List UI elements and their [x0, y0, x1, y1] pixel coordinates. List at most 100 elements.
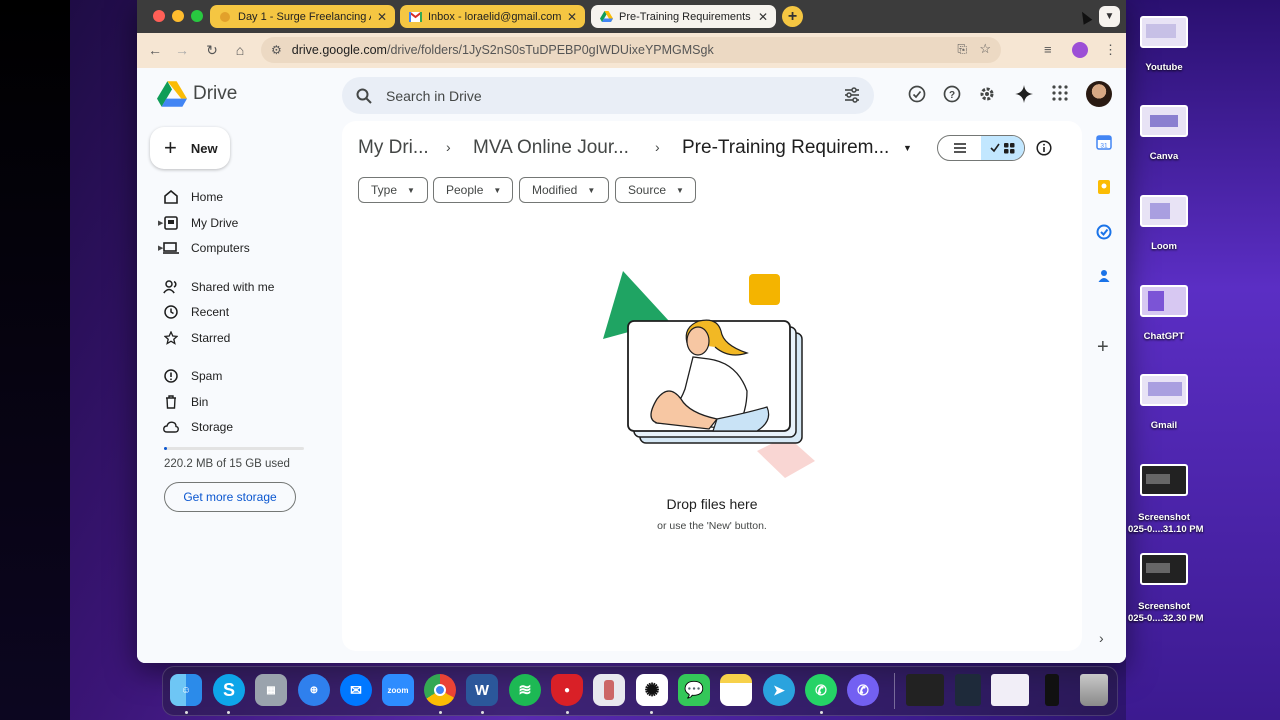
desktop-item-canva[interactable]: Canva [1138, 105, 1190, 162]
desktop-item-youtube[interactable]: Youtube [1138, 16, 1190, 73]
fullscreen-window-button[interactable] [191, 10, 203, 22]
chip-label: Type [371, 183, 398, 197]
main-content: My Dri... › MVA Online Jour... › Pre-Tra… [342, 121, 1082, 651]
vpn-shield-icon[interactable]: ● [551, 674, 583, 706]
address-bar[interactable]: ⚙ drive.google.com/drive/folders/1JyS2nS… [261, 37, 1001, 63]
media-controls-icon[interactable]: ≡ [1044, 42, 1052, 57]
sidebar-item-my-drive[interactable]: My Drive [163, 215, 238, 231]
reload-icon[interactable]: ↻ [203, 42, 221, 59]
word-icon[interactable]: W [466, 674, 498, 706]
tab-title: Day 1 - Surge Freelancing Ac [238, 10, 371, 23]
spotify-icon[interactable]: ≋ [509, 674, 541, 706]
tasks-icon[interactable] [1096, 224, 1112, 240]
site-settings-icon[interactable]: ⚙ [271, 43, 282, 57]
running-indicator [185, 711, 188, 714]
list-view-button[interactable] [938, 136, 981, 160]
chip-label: Source [628, 183, 667, 197]
back-arrow-icon[interactable]: ← [146, 42, 164, 58]
keep-icon[interactable] [1096, 179, 1112, 195]
viber-icon[interactable]: ✆ [847, 674, 879, 706]
storage-usage-text: 220.2 MB of 15 GB used [164, 458, 290, 470]
sidebar-item-spam[interactable]: Spam [163, 368, 222, 384]
get-addons-plus-icon[interactable]: + [1097, 336, 1109, 359]
tab-gmail-inbox[interactable]: Inbox - loraelid@gmail.com - ✕ [400, 5, 585, 28]
tab-close-icon[interactable]: ✕ [567, 10, 577, 24]
bookmark-star-icon[interactable]: ☆ [979, 41, 991, 57]
filter-type-chip[interactable]: Type ▼ [358, 177, 428, 203]
contacts-icon[interactable] [1096, 268, 1112, 284]
tab-pre-training[interactable]: Pre-Training Requirements - ( ✕ [591, 5, 776, 28]
offline-ready-icon[interactable] [908, 85, 926, 103]
close-window-button[interactable] [153, 10, 165, 22]
breadcrumb-folder[interactable]: MVA Online Jour... [473, 137, 629, 159]
safari-icon[interactable]: ⊕ [298, 674, 330, 706]
tab-close-icon[interactable]: ✕ [377, 10, 387, 24]
desktop-item-label: Screenshot 025-0....32.30 PM [1128, 601, 1204, 625]
minimize-window-button[interactable] [172, 10, 184, 22]
minimized-window-1[interactable] [906, 674, 944, 706]
folder-actions-caret-icon[interactable]: ▼ [903, 143, 912, 153]
finder-icon[interactable]: ☺ [170, 674, 202, 706]
sidebar-item-computers[interactable]: Computers [163, 240, 250, 256]
filter-source-chip[interactable]: Source ▼ [615, 177, 696, 203]
chrome-icon[interactable] [424, 674, 456, 706]
search-options-icon[interactable] [844, 87, 860, 103]
desktop-item-loom[interactable]: Loom [1138, 195, 1190, 252]
browser-menu-icon[interactable]: ⋮ [1104, 42, 1117, 58]
gemini-sparkle-icon[interactable] [1015, 85, 1033, 103]
tab-search-chevron-icon[interactable]: ▼ [1099, 6, 1120, 27]
filter-modified-chip[interactable]: Modified ▼ [519, 177, 609, 203]
grid-view-button[interactable] [981, 136, 1024, 160]
home-button-icon[interactable]: ⌂ [231, 42, 249, 58]
new-button[interactable]: + New [150, 127, 230, 169]
side-panel-expand-chevron-icon[interactable]: › [1099, 630, 1104, 646]
forward-arrow-icon[interactable]: → [173, 42, 191, 58]
tab-close-icon[interactable]: ✕ [758, 10, 768, 24]
get-more-storage-button[interactable]: Get more storage [164, 482, 296, 512]
sidebar-item-starred[interactable]: Starred [163, 330, 230, 346]
details-info-icon[interactable] [1036, 140, 1052, 156]
desktop-item-screenshot-2[interactable]: Screenshot 025-0....32.30 PM [1128, 553, 1204, 625]
account-avatar[interactable] [1086, 81, 1112, 107]
skype-icon[interactable]: S [213, 674, 245, 706]
launchpad-icon[interactable]: ▦ [255, 674, 287, 706]
sidebar-item-bin[interactable]: Bin [163, 394, 208, 410]
calendar-icon[interactable]: 31 [1096, 134, 1112, 150]
settings-gear-icon[interactable] [978, 85, 996, 103]
sidebar-item-recent[interactable]: Recent [163, 304, 229, 320]
install-app-icon[interactable]: ⎘ [957, 42, 967, 57]
whatsapp-icon[interactable]: ✆ [805, 674, 837, 706]
chatgpt-icon[interactable]: ✺ [636, 674, 668, 706]
sidebar-item-label: Storage [191, 420, 234, 434]
drive-logo[interactable]: Drive [157, 81, 237, 107]
minimized-window-3[interactable] [991, 674, 1029, 706]
sidebar-item-home[interactable]: Home [163, 189, 223, 205]
empty-state-title: Drop files here [666, 496, 758, 512]
search-input[interactable]: Search in Drive [342, 77, 874, 114]
tab-surge-freelancing[interactable]: Day 1 - Surge Freelancing Ac ✕ [210, 5, 395, 28]
desktop-item-chatgpt[interactable]: ChatGPT [1138, 285, 1190, 342]
search-placeholder: Search in Drive [386, 87, 482, 104]
minimized-window-2[interactable] [955, 674, 981, 706]
breadcrumb-current-folder[interactable]: Pre-Training Requirem... [682, 137, 889, 159]
desktop-item-label-line: Screenshot [1138, 601, 1190, 612]
apps-grid-icon[interactable] [1052, 85, 1068, 101]
breadcrumb-my-drive[interactable]: My Dri... [358, 137, 429, 159]
desktop-item-screenshot-1[interactable]: Screenshot 025-0....31.10 PM [1128, 464, 1204, 536]
messenger-icon[interactable]: ✉ [340, 674, 372, 706]
notes-icon[interactable] [720, 674, 752, 706]
sidebar-item-storage[interactable]: Storage [163, 419, 233, 435]
telegram-icon[interactable]: ➤ [763, 674, 795, 706]
filter-people-chip[interactable]: People ▼ [433, 177, 513, 203]
desktop-item-gmail[interactable]: Gmail [1138, 374, 1190, 431]
new-tab-button[interactable]: + [782, 6, 803, 27]
running-indicator [439, 711, 442, 714]
minimized-window-4[interactable] [1045, 674, 1059, 706]
help-icon[interactable]: ? [943, 85, 961, 103]
phone-mirror-icon[interactable] [593, 674, 625, 706]
zoom-icon[interactable]: zoom [382, 674, 414, 706]
messages-icon[interactable]: 💬 [678, 674, 710, 706]
trash-icon[interactable] [1080, 674, 1108, 706]
sidebar-item-shared[interactable]: Shared with me [163, 279, 274, 295]
browser-profile-avatar[interactable] [1072, 42, 1088, 58]
